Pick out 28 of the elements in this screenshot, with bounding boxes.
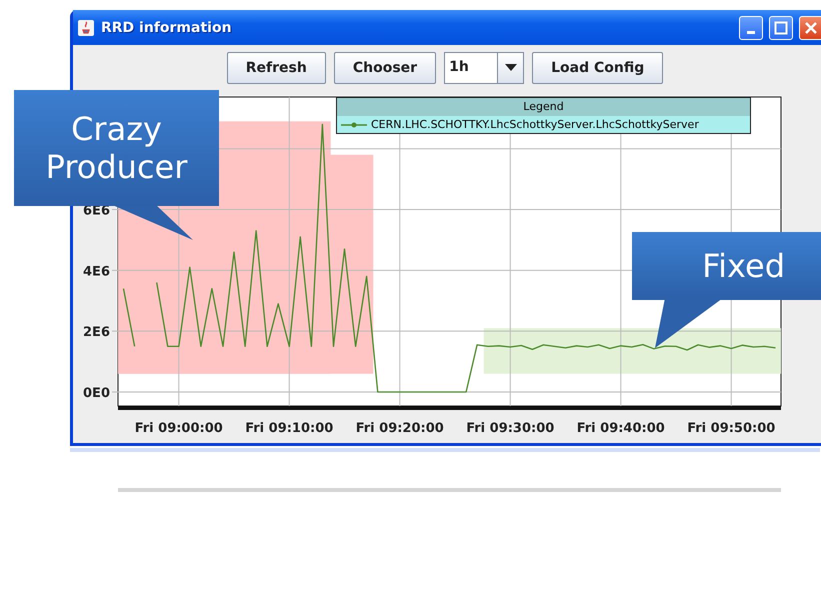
dropdown-arrow-button[interactable] [497, 53, 524, 83]
minimize-button[interactable] [739, 16, 763, 40]
y-axis-label: 2E6 [83, 325, 110, 340]
window-title: RRD information [101, 20, 233, 36]
callout: Crazy Producer [14, 90, 219, 206]
close-icon [804, 20, 818, 34]
x-axis-label: Fri 09:50:00 [687, 421, 776, 436]
callout-pointer [655, 298, 723, 348]
x-axis-label: Fri 09:20:00 [356, 421, 444, 436]
java-icon [77, 18, 95, 36]
x-axis-label: Fri 09:40:00 [576, 421, 665, 436]
legend-title: Legend [337, 98, 750, 116]
x-axis-label: Fri 09:00:00 [134, 421, 223, 436]
close-button[interactable] [799, 16, 821, 40]
callout: Fixed [632, 232, 821, 300]
maximize-button[interactable] [769, 16, 793, 40]
load-config-button[interactable]: Load Config [532, 52, 664, 84]
y-axis-label: 4E6 [83, 264, 110, 280]
legend-entry: CERN.LHC.SCHOTTKY.LhcSchottkyServer.LhcSchottkyServer [371, 118, 699, 131]
minimize-icon [747, 31, 755, 34]
caret-icon [504, 64, 517, 72]
toolbar-button[interactable]: Refresh [226, 52, 326, 84]
x-axis-label: Fri 09:10:00 [245, 421, 334, 436]
x-axis-label: Fri 09:30:00 [466, 421, 554, 436]
period-dropdown[interactable]: 1h [444, 52, 524, 84]
toolbar-button[interactable]: Chooser [334, 52, 436, 84]
maximize-icon [774, 20, 788, 34]
y-axis-label: 0E0 [83, 386, 110, 401]
